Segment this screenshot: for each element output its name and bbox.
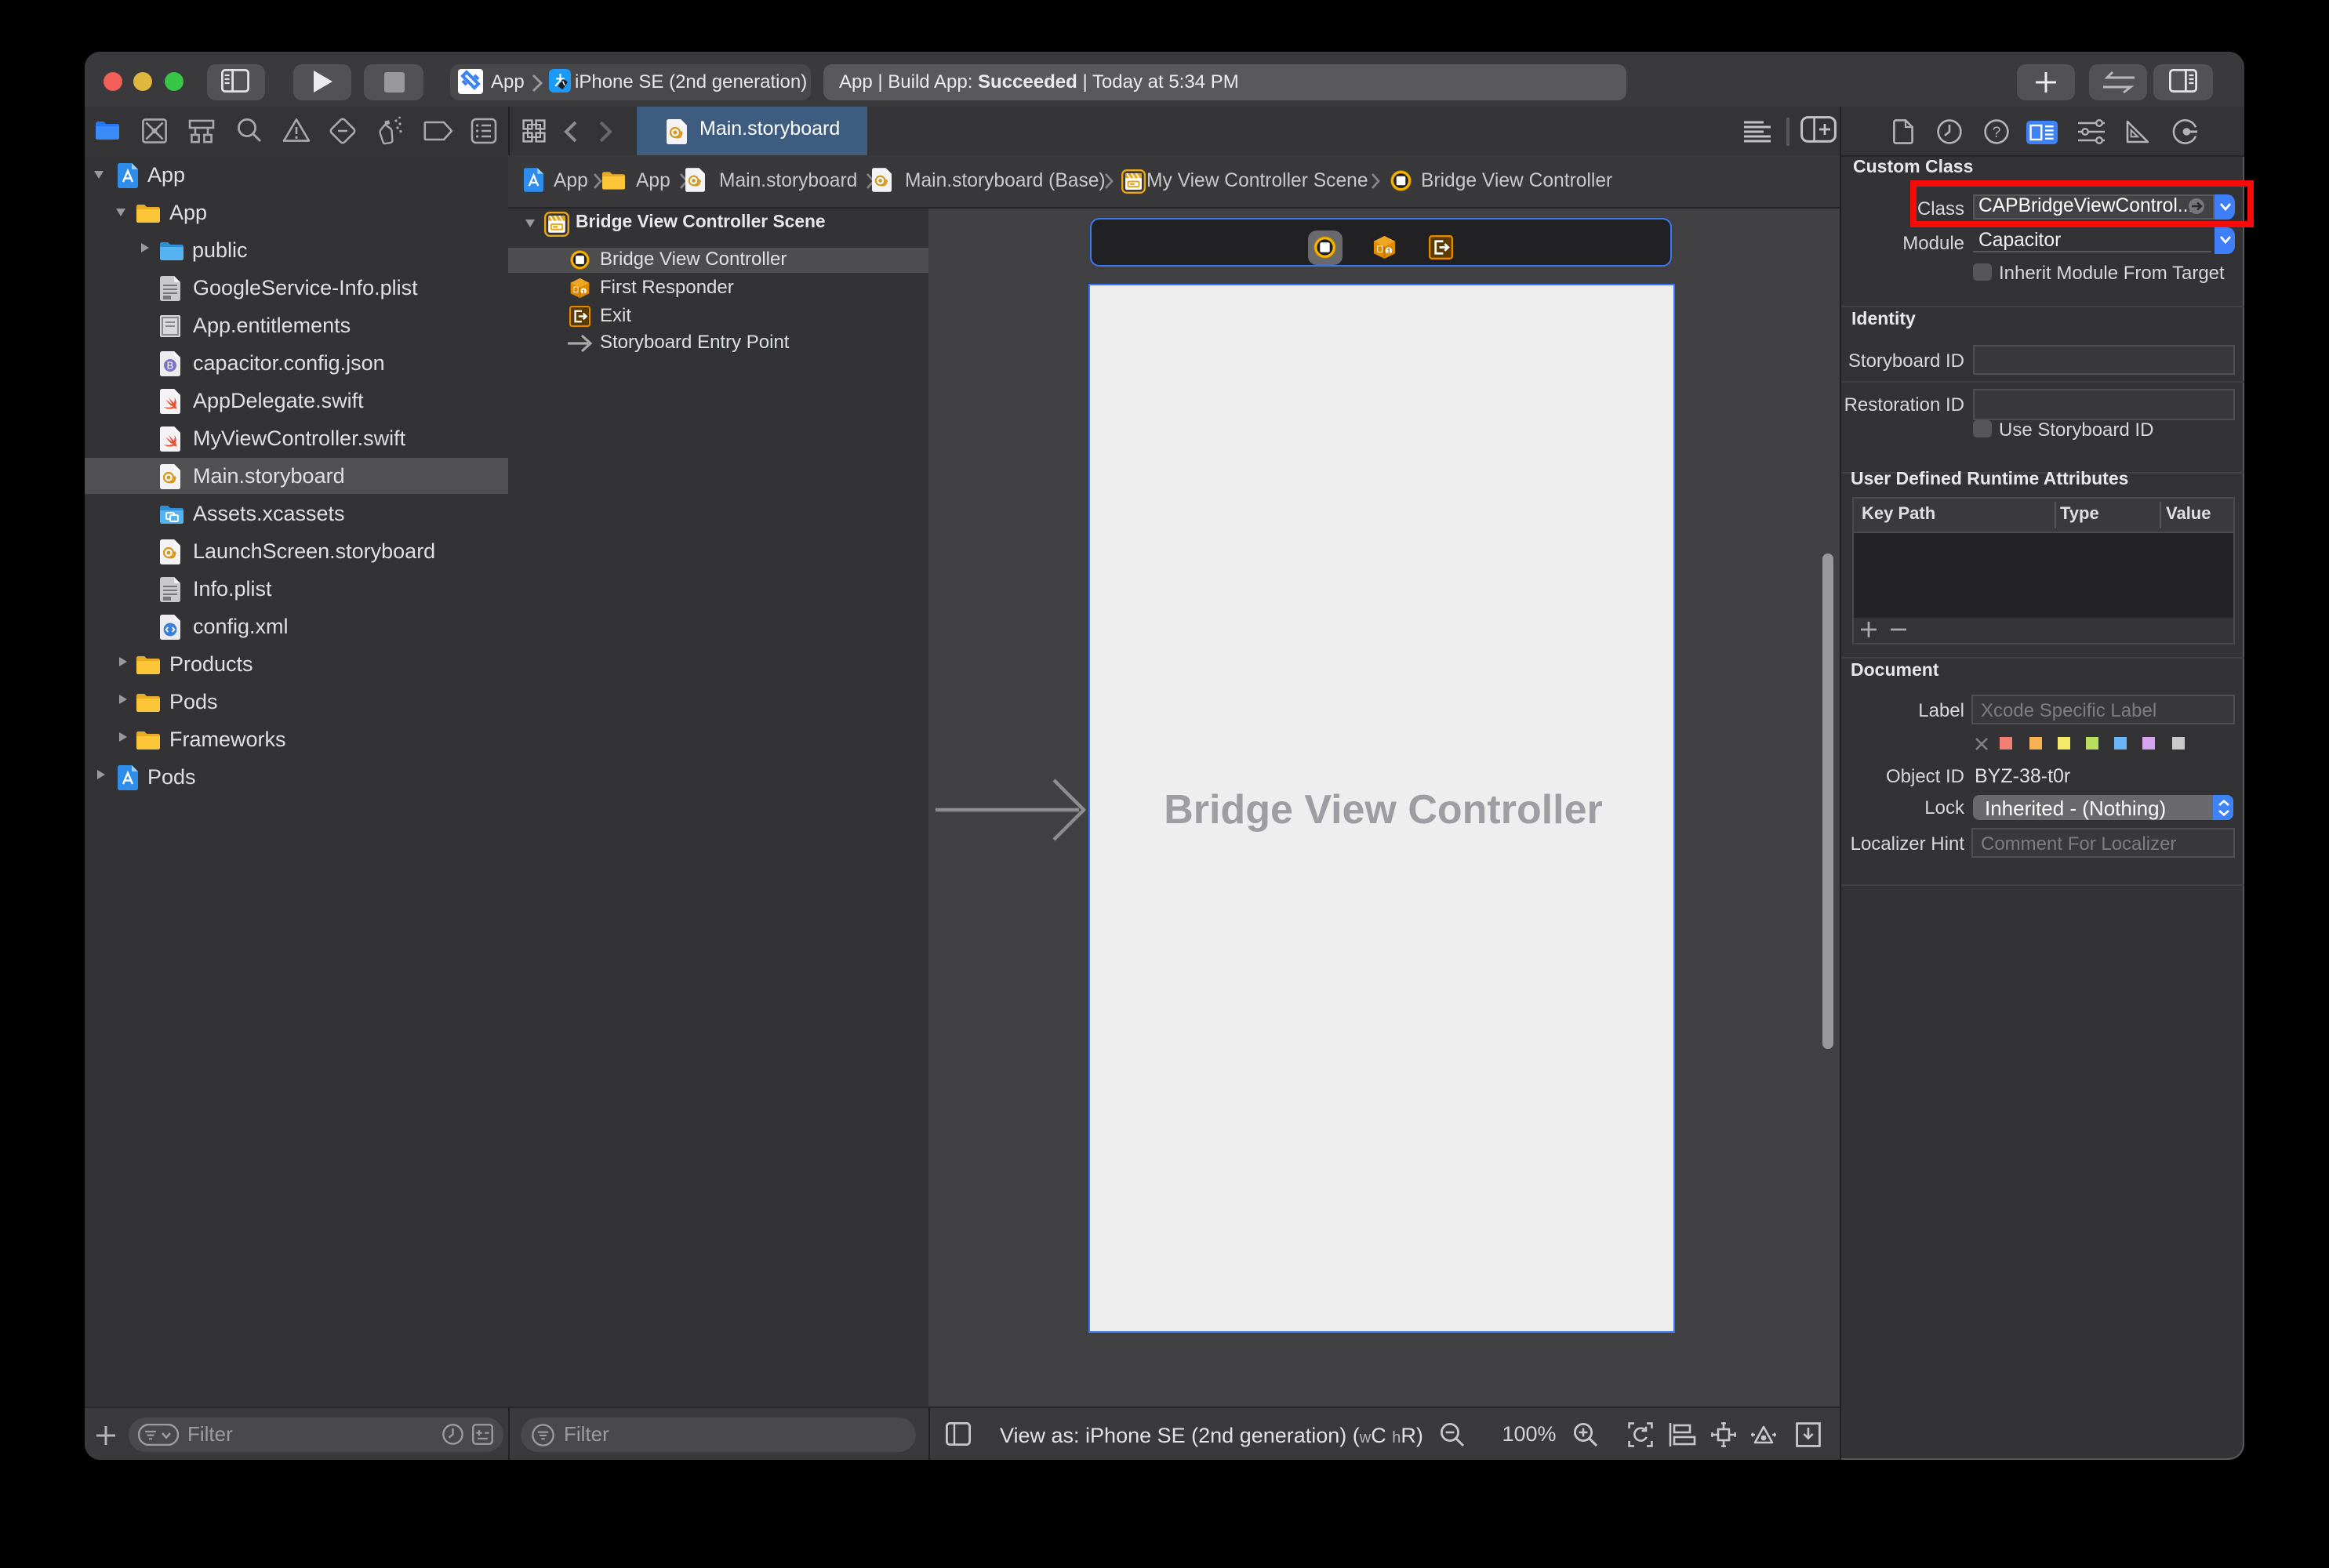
svg-text:?: ? [1992, 124, 2000, 140]
